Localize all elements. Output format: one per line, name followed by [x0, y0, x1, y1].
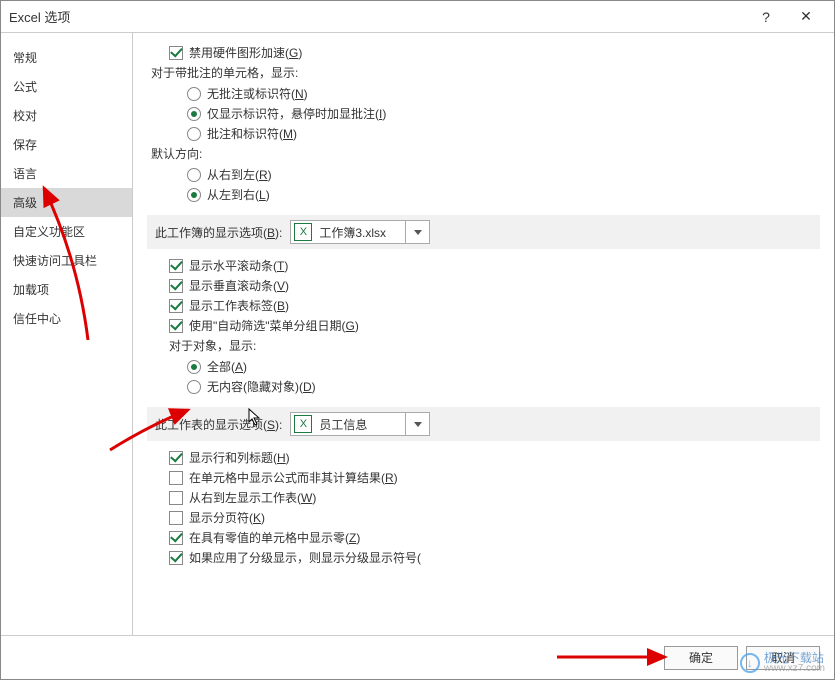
window-title: Excel 选项	[9, 7, 746, 26]
disable-hw-accel-row[interactable]: 禁用硬件图形加速(G)	[151, 44, 816, 61]
comments-opt-both[interactable]: 批注和标识符(M)	[151, 125, 816, 142]
checkbox-icon[interactable]	[169, 531, 183, 545]
chevron-down-icon[interactable]	[405, 220, 429, 244]
checkbox-icon[interactable]	[169, 46, 183, 60]
objects-none[interactable]: 无内容(隐藏对象)(D)	[151, 378, 816, 395]
radio-icon[interactable]	[187, 107, 201, 121]
sidebar-item-label: 常规	[13, 51, 37, 65]
show-outline-symbols[interactable]: 如果应用了分级显示，则显示分级显示符号(	[151, 549, 816, 566]
show-formulas[interactable]: 在单元格中显示公式而非其计算结果(R)	[151, 469, 816, 486]
combo-value: 工作簿3.xlsx	[315, 224, 405, 241]
sidebar-item-label: 加载项	[13, 283, 49, 297]
sidebar-item-advanced[interactable]: 高级	[1, 188, 132, 217]
checkbox-icon[interactable]	[169, 299, 183, 313]
show-vscroll[interactable]: 显示垂直滚动条(V)	[151, 277, 816, 294]
sidebar-item-label: 语言	[13, 167, 37, 181]
sidebar-item-general[interactable]: 常规	[1, 43, 132, 72]
radio-icon[interactable]	[187, 127, 201, 141]
sidebar-item-proofing[interactable]: 校对	[1, 101, 132, 130]
show-hscroll[interactable]: 显示水平滚动条(T)	[151, 257, 816, 274]
objects-header: 对于对象，显示:	[151, 337, 816, 354]
excel-icon: X	[294, 223, 312, 241]
show-page-breaks[interactable]: 显示分页符(K)	[151, 509, 816, 526]
show-tabs[interactable]: 显示工作表标签(B)	[151, 297, 816, 314]
direction-header: 默认方向:	[151, 145, 816, 162]
show-zeros[interactable]: 在具有零值的单元格中显示零(Z)	[151, 529, 816, 546]
radio-icon[interactable]	[187, 168, 201, 182]
worksheet-select[interactable]: X 员工信息	[290, 412, 430, 436]
worksheet-display-section: 此工作表的显示选项(S): X 员工信息	[147, 407, 820, 441]
checkbox-icon[interactable]	[169, 451, 183, 465]
radio-icon[interactable]	[187, 360, 201, 374]
checkbox-icon[interactable]	[169, 259, 183, 273]
group-dates-autofilter[interactable]: 使用"自动筛选"菜单分组日期(G)	[151, 317, 816, 334]
objects-all[interactable]: 全部(A)	[151, 358, 816, 375]
sidebar-item-label: 自定义功能区	[13, 225, 85, 239]
sidebar-item-trust-center[interactable]: 信任中心	[1, 304, 132, 333]
radio-icon[interactable]	[187, 188, 201, 202]
chevron-down-icon[interactable]	[405, 412, 429, 436]
sidebar: 常规 公式 校对 保存 语言 高级 自定义功能区 快速访问工具栏 加载项 信任中…	[1, 33, 133, 635]
rtl-sheet[interactable]: 从右到左显示工作表(W)	[151, 489, 816, 506]
sidebar-item-label: 保存	[13, 138, 37, 152]
checkbox-icon[interactable]	[169, 279, 183, 293]
sidebar-item-label: 高级	[13, 196, 37, 210]
watermark: ↓ 极光下载站 www.xz7.com	[740, 652, 825, 674]
checkbox-icon[interactable]	[169, 319, 183, 333]
close-button[interactable]: ✕	[786, 8, 826, 25]
checkbox-icon[interactable]	[169, 471, 183, 485]
help-button[interactable]: ?	[746, 9, 786, 25]
comments-opt-none[interactable]: 无批注或标识符(N)	[151, 85, 816, 102]
sidebar-item-customize-ribbon[interactable]: 自定义功能区	[1, 217, 132, 246]
watermark-logo-icon: ↓	[740, 653, 760, 673]
workbook-display-section: 此工作簿的显示选项(B): X 工作簿3.xlsx	[147, 215, 820, 249]
comments-opt-indicator[interactable]: 仅显示标识符，悬停时加显批注(I)	[151, 105, 816, 122]
sidebar-item-save[interactable]: 保存	[1, 130, 132, 159]
dialog-footer: 确定 取消	[1, 635, 834, 679]
checkbox-icon[interactable]	[169, 551, 183, 565]
sidebar-item-label: 信任中心	[13, 312, 61, 326]
ok-button[interactable]: 确定	[664, 646, 738, 670]
checkbox-icon[interactable]	[169, 491, 183, 505]
workbook-select[interactable]: X 工作簿3.xlsx	[290, 220, 430, 244]
dir-ltr[interactable]: 从左到右(L)	[151, 186, 816, 203]
options-content: 禁用硬件图形加速(G) 对于带批注的单元格，显示: 无批注或标识符(N) 仅显示…	[133, 33, 834, 635]
radio-icon[interactable]	[187, 380, 201, 394]
sidebar-item-formulas[interactable]: 公式	[1, 72, 132, 101]
sidebar-item-language[interactable]: 语言	[1, 159, 132, 188]
watermark-url: www.xz7.com	[764, 664, 825, 674]
sidebar-item-quick-access[interactable]: 快速访问工具栏	[1, 246, 132, 275]
show-headers[interactable]: 显示行和列标题(H)	[151, 449, 816, 466]
sidebar-item-label: 快速访问工具栏	[13, 254, 97, 268]
dir-rtl[interactable]: 从右到左(R)	[151, 166, 816, 183]
radio-icon[interactable]	[187, 87, 201, 101]
sidebar-item-addins[interactable]: 加载项	[1, 275, 132, 304]
titlebar: Excel 选项 ? ✕	[1, 1, 834, 33]
combo-value: 员工信息	[315, 416, 405, 433]
comments-header: 对于带批注的单元格，显示:	[151, 64, 816, 81]
sidebar-item-label: 校对	[13, 109, 37, 123]
checkbox-icon[interactable]	[169, 511, 183, 525]
sidebar-item-label: 公式	[13, 80, 37, 94]
sheet-icon: X	[294, 415, 312, 433]
